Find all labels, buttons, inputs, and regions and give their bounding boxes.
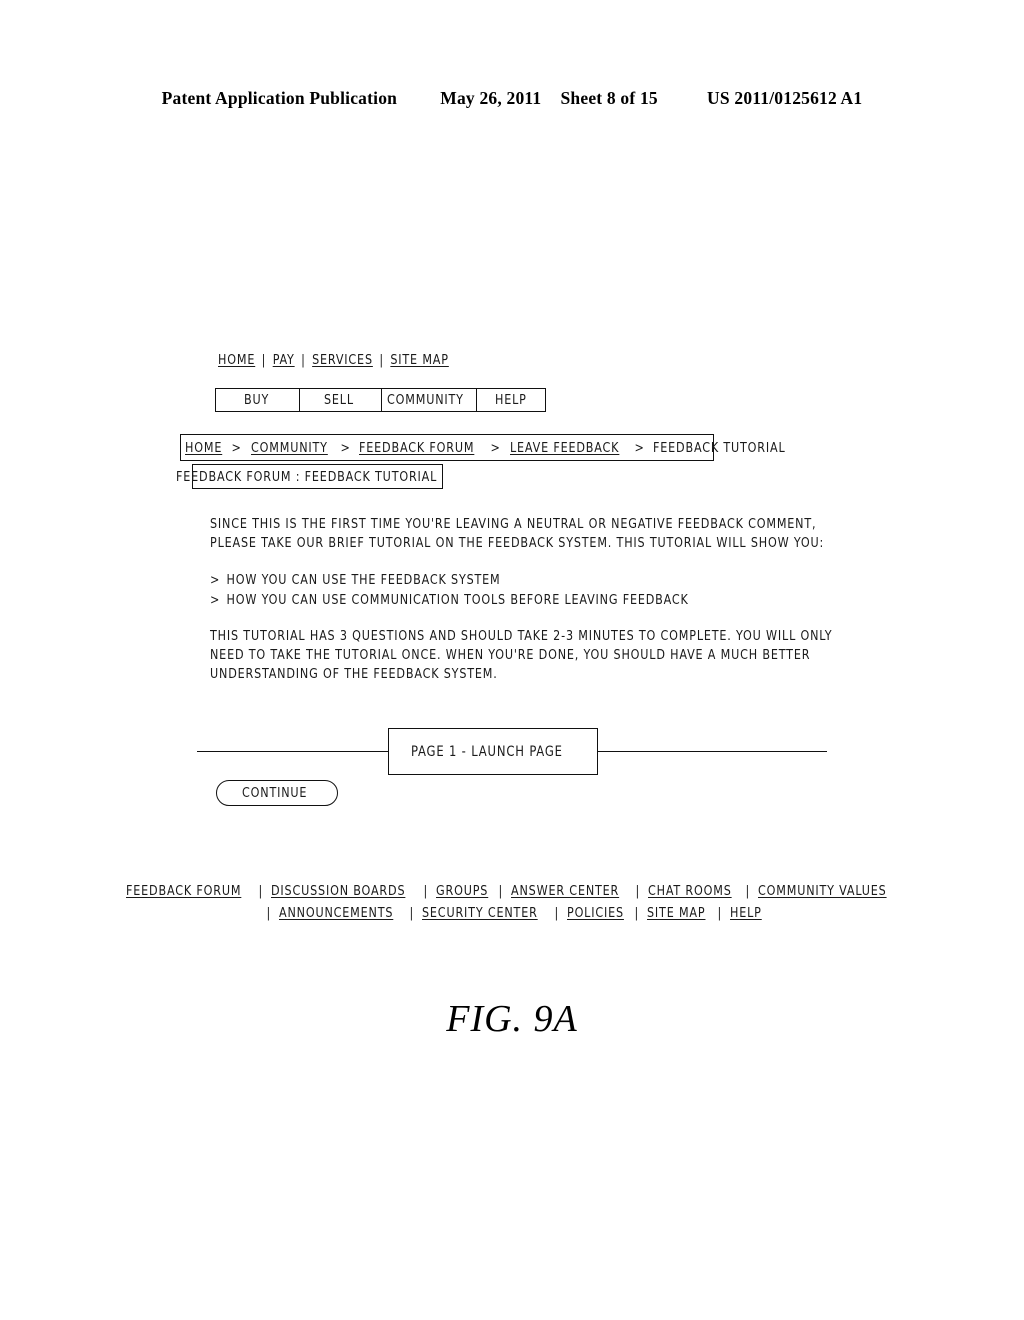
figure-caption: FIG. 9A: [446, 998, 578, 1040]
footer-link-site-map[interactable]: SITE MAP: [647, 902, 705, 924]
bullet-arrow-icon: >: [210, 572, 221, 588]
closing-paragraph: THIS TUTORIAL HAS 3 QUESTIONS AND SHOULD…: [210, 627, 850, 684]
list-item: > HOW YOU CAN USE THE FEEDBACK SYSTEM: [210, 570, 799, 590]
tab-buy-label: BUY: [243, 392, 269, 408]
breadcrumb-item-leave-feedback[interactable]: LEAVE FEEDBACK: [510, 440, 619, 456]
tab-help-label: HELP: [494, 392, 527, 408]
page-marker-divider: PAGE 1 - LAUNCH PAGE: [180, 728, 840, 776]
primary-tab-bar: BUY SELL COMMUNITY HELP: [215, 388, 546, 412]
intro-paragraph: SINCE THIS IS THE FIRST TIME YOU'RE LEAV…: [210, 515, 850, 553]
breadcrumb-separator-icon: >: [634, 439, 646, 456]
list-item-label: HOW YOU CAN USE THE FEEDBACK SYSTEM: [226, 572, 501, 588]
tab-sell[interactable]: SELL: [300, 389, 382, 411]
footer-separator: |: [717, 905, 722, 921]
footer-separator: |: [423, 883, 428, 899]
breadcrumb-separator-icon: >: [490, 439, 502, 456]
top-nav-separator: |: [261, 352, 267, 368]
footer-link-groups[interactable]: GROUPS: [436, 880, 488, 902]
breadcrumb-item-feedback-forum[interactable]: FEEDBACK FORUM: [359, 440, 474, 456]
footer-link-answer-center[interactable]: ANSWER CENTER: [511, 880, 619, 902]
footer-separator: |: [258, 883, 263, 899]
page-marker-box: PAGE 1 - LAUNCH PAGE: [388, 728, 598, 775]
wireframe-screen: HOME | PAY | SERVICES | SITE MAP BUY SEL…: [0, 0, 1024, 1320]
page-title-box: FEEDBACK FORUM : FEEDBACK TUTORIAL: [176, 464, 443, 489]
footer-separator: |: [553, 905, 559, 921]
tab-help[interactable]: HELP: [477, 389, 547, 411]
footer-link-security-center[interactable]: SECURITY CENTER: [422, 902, 538, 924]
footer-separator: |: [745, 883, 750, 899]
divider-rule-right: [598, 751, 827, 752]
breadcrumb-item-home[interactable]: HOME: [185, 440, 222, 456]
closing-line-2: NEED TO TAKE THE TUTORIAL ONCE. WHEN YOU…: [210, 647, 811, 663]
top-nav-item-site-map[interactable]: SITE MAP: [390, 352, 448, 368]
top-utility-nav: HOME | PAY | SERVICES | SITE MAP: [218, 352, 449, 368]
top-nav-item-services[interactable]: SERVICES: [312, 352, 373, 368]
footer-separator: |: [635, 883, 641, 899]
continue-button-label: CONTINUE: [241, 785, 307, 801]
footer-link-policies[interactable]: POLICIES: [567, 902, 624, 924]
page-marker-label: PAGE 1 - LAUNCH PAGE: [410, 743, 563, 760]
tab-sell-label: SELL: [324, 392, 355, 408]
breadcrumb-separator-icon: >: [231, 439, 243, 456]
footer-link-help[interactable]: HELP: [730, 902, 762, 924]
tutorial-body-copy: SINCE THIS IS THE FIRST TIME YOU'RE LEAV…: [210, 515, 850, 701]
footer-link-chat-rooms[interactable]: CHAT ROOMS: [648, 880, 732, 902]
footer-link-discussion-boards[interactable]: DISCUSSION BOARDS: [271, 880, 405, 902]
tutorial-topics-list: > HOW YOU CAN USE THE FEEDBACK SYSTEM > HO…: [210, 570, 850, 610]
divider-rule-left: [197, 751, 388, 752]
continue-button[interactable]: CONTINUE: [216, 780, 338, 806]
footer-separator: |: [409, 905, 414, 921]
footer-separator: |: [634, 905, 640, 921]
tab-community[interactable]: COMMUNITY: [382, 389, 477, 411]
footer-separator: |: [498, 883, 504, 899]
top-nav-item-pay[interactable]: PAY: [273, 352, 295, 368]
intro-line-2: PLEASE TAKE OUR BRIEF TUTORIAL ON THE FE…: [210, 535, 825, 551]
bullet-arrow-icon: >: [210, 592, 221, 608]
breadcrumb-separator-icon: >: [340, 439, 351, 456]
intro-line-1: SINCE THIS IS THE FIRST TIME YOU'RE LEAV…: [210, 516, 817, 532]
footer-separator: |: [265, 905, 271, 921]
tab-buy[interactable]: BUY: [216, 389, 300, 411]
page-title: FEEDBACK FORUM : FEEDBACK TUTORIAL: [175, 468, 437, 485]
breadcrumb-item-community[interactable]: COMMUNITY: [251, 440, 328, 456]
footer-row-1: FEEDBACK FORUM | DISCUSSION BOARDS | GRO…: [0, 880, 1024, 902]
closing-line-1: THIS TUTORIAL HAS 3 QUESTIONS AND SHOULD…: [210, 628, 833, 644]
top-nav-item-home[interactable]: HOME: [218, 352, 255, 368]
list-item: > HOW YOU CAN USE COMMUNICATION TOOLS BEF…: [210, 590, 799, 610]
footer-link-community-values[interactable]: COMMUNITY VALUES: [758, 880, 887, 902]
top-nav-separator: |: [301, 352, 306, 368]
footer-row-2: | ANNOUNCEMENTS | SECURITY CENTER | POLI…: [0, 902, 1024, 924]
breadcrumb-item-feedback-tutorial: FEEDBACK TUTORIAL: [653, 439, 787, 456]
footer-link-feedback-forum[interactable]: FEEDBACK FORUM: [126, 880, 241, 902]
closing-line-3: UNDERSTANDING OF THE FEEDBACK SYSTEM.: [210, 666, 498, 682]
list-item-label: HOW YOU CAN USE COMMUNICATION TOOLS BEFO…: [226, 592, 689, 608]
top-nav-separator: |: [379, 352, 384, 368]
footer-links: FEEDBACK FORUM | DISCUSSION BOARDS | GRO…: [0, 880, 1024, 924]
tab-community-label: COMMUNITY: [387, 392, 465, 408]
footer-link-announcements[interactable]: ANNOUNCEMENTS: [279, 902, 393, 924]
breadcrumb: HOME > COMMUNITY > FEEDBACK FORUM > LEAV…: [180, 434, 785, 461]
